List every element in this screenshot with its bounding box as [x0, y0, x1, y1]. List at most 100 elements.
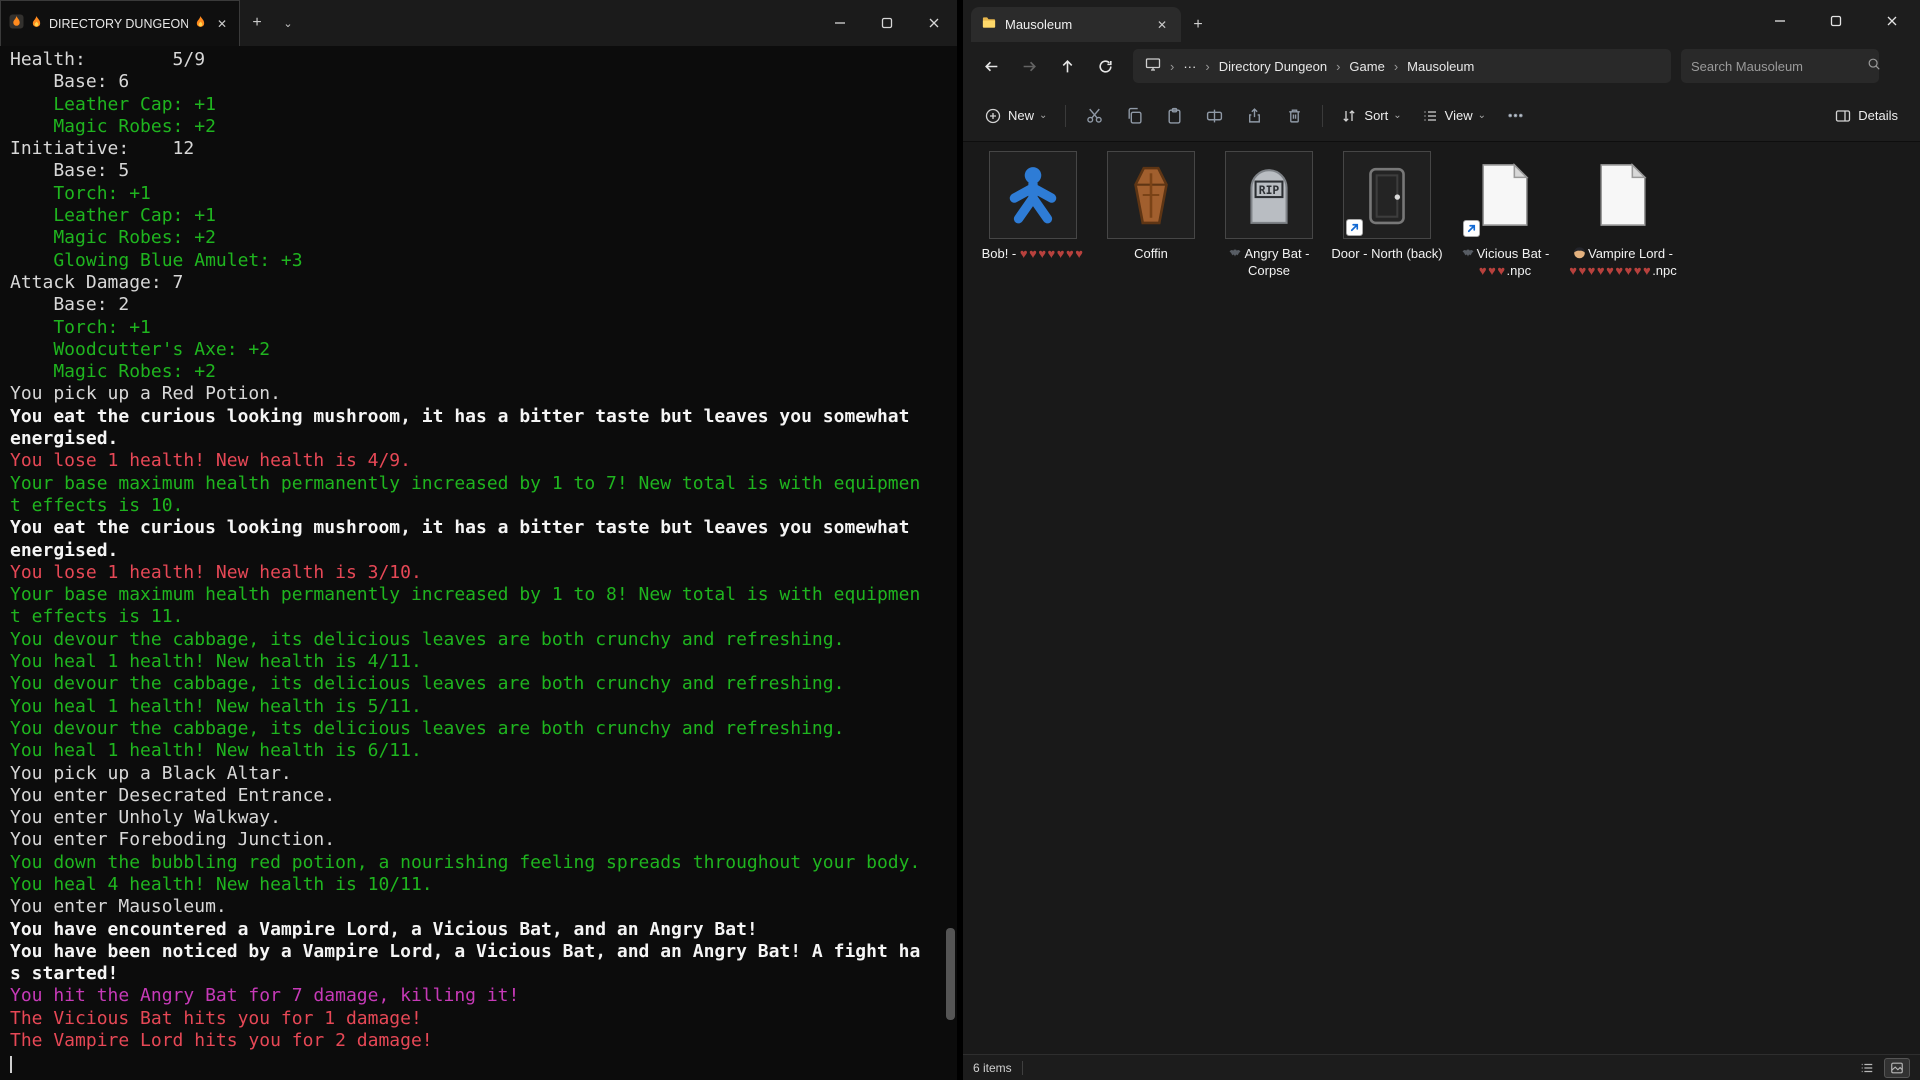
terminal-line: Leather Cap: +1: [10, 94, 941, 116]
cut-button[interactable]: [1074, 98, 1114, 134]
health-hearts: ♥♥♥♥♥♥♥♥♥: [1569, 263, 1652, 278]
terminal-line: The Vicious Bat hits you for 1 damage!: [10, 1008, 941, 1030]
file-icon: RIP: [1225, 151, 1313, 239]
terminal-scrollbar-thumb[interactable]: [946, 928, 955, 1020]
rename-button[interactable]: [1194, 98, 1234, 134]
terminal-app-icon: [9, 14, 24, 34]
thumbnail-view-toggle[interactable]: [1884, 1058, 1910, 1078]
terminal-line: Attack Damage: 7: [10, 272, 941, 294]
terminal-scrollbar[interactable]: [943, 46, 957, 1080]
copy-button[interactable]: [1114, 98, 1154, 134]
details-pane-button[interactable]: Details: [1825, 98, 1908, 134]
terminal-tab[interactable]: DIRECTORY DUNGEON ✕: [0, 0, 240, 46]
sort-button[interactable]: Sort ⌄: [1331, 98, 1411, 134]
terminal-line: You have been noticed by a Vampire Lord,…: [10, 941, 941, 963]
search-input[interactable]: [1691, 59, 1867, 74]
terminal-line: Magic Robes: +2: [10, 361, 941, 383]
search-box[interactable]: [1681, 49, 1879, 83]
terminal-line: Initiative: 12: [10, 138, 941, 160]
terminal-line: Torch: +1: [10, 317, 941, 339]
terminal-line: t effects is 10.: [10, 495, 941, 517]
breadcrumb-segment-current[interactable]: Mausoleum: [1407, 59, 1474, 74]
terminal-close-button[interactable]: [910, 0, 957, 46]
terminal-line: Health: 5/9: [10, 49, 941, 71]
file-item[interactable]: Door - North (back): [1331, 147, 1443, 279]
chevron-down-icon: ⌄: [1039, 110, 1047, 121]
terminal-line: Your base maximum health permanently inc…: [10, 473, 941, 495]
file-label: Door - North (back): [1331, 245, 1442, 262]
tombstone-icon: RIP: [1238, 164, 1300, 226]
terminal-line: Base: 2: [10, 294, 941, 316]
up-button[interactable]: [1049, 48, 1085, 84]
terminal-tab-dropdown-icon[interactable]: ⌄: [274, 0, 302, 46]
paste-button[interactable]: [1154, 98, 1194, 134]
chevron-right-icon: ›: [1205, 59, 1209, 74]
breadcrumb-overflow[interactable]: ···: [1183, 59, 1196, 74]
file-icon: [1579, 151, 1667, 239]
terminal-maximize-button[interactable]: [863, 0, 910, 46]
terminal-line: You down the bubbling red potion, a nour…: [10, 852, 941, 874]
terminal-new-tab-button[interactable]: +: [240, 0, 274, 46]
chevron-right-icon: ›: [1170, 59, 1174, 74]
breadcrumb-segment[interactable]: Game: [1349, 59, 1384, 74]
terminal-line: You heal 1 health! New health is 6/11.: [10, 740, 941, 762]
terminal-line: You heal 1 health! New health is 5/11.: [10, 696, 941, 718]
document-icon: [1477, 162, 1533, 228]
flame-icon: [31, 15, 42, 33]
new-button[interactable]: New ⌄: [975, 98, 1057, 134]
forward-button[interactable]: [1011, 48, 1047, 84]
search-icon: [1867, 57, 1881, 76]
sort-button-label: Sort: [1364, 108, 1388, 123]
terminal-line: You heal 4 health! New health is 10/11.: [10, 874, 941, 896]
new-button-label: New: [1008, 108, 1034, 123]
person-icon: [1002, 164, 1064, 226]
health-hearts: ♥♥♥♥♥♥♥: [1020, 246, 1085, 261]
file-item[interactable]: Coffin: [1095, 147, 1207, 279]
explorer-close-button[interactable]: [1864, 0, 1920, 42]
shortcut-overlay-icon: [1463, 220, 1480, 237]
back-button[interactable]: [973, 48, 1009, 84]
explorer-maximize-button[interactable]: [1808, 0, 1864, 42]
share-button[interactable]: [1234, 98, 1274, 134]
file-icon: [989, 151, 1077, 239]
terminal-line: You eat the curious looking mushroom, it…: [10, 406, 941, 428]
terminal-line: You lose 1 health! New health is 3/10.: [10, 562, 941, 584]
terminal-output[interactable]: Health: 5/9 Base: 6 Leather Cap: +1 Magi…: [0, 46, 957, 1080]
file-label: Coffin: [1134, 245, 1168, 262]
file-label: Vicious Bat - ♥♥♥.npc: [1449, 245, 1561, 279]
breadcrumb[interactable]: › ··· › Directory Dungeon › Game › Mauso…: [1133, 49, 1671, 83]
explorer-minimize-button[interactable]: [1752, 0, 1808, 42]
view-button-label: View: [1445, 108, 1473, 123]
view-button[interactable]: View ⌄: [1412, 98, 1496, 134]
document-icon: [1595, 162, 1651, 228]
file-grid[interactable]: Bob! - ♥♥♥♥♥♥♥ Coffin RIPAngry Bat - Corps…: [963, 142, 1920, 1054]
chevron-down-icon: ⌄: [1478, 110, 1486, 121]
explorer-tab-close-icon[interactable]: ✕: [1153, 16, 1171, 34]
terminal-cursor: [10, 1056, 12, 1073]
file-item[interactable]: Bob! - ♥♥♥♥♥♥♥: [977, 147, 1089, 279]
coffin-icon: [1120, 164, 1182, 226]
terminal-line: You eat the curious looking mushroom, it…: [10, 517, 941, 539]
refresh-button[interactable]: [1087, 48, 1123, 84]
terminal-line: You enter Mausoleum.: [10, 896, 941, 918]
terminal-minimize-button[interactable]: [816, 0, 863, 46]
file-item[interactable]: RIPAngry Bat - Corpse: [1213, 147, 1325, 279]
terminal-line: Leather Cap: +1: [10, 205, 941, 227]
file-icon: [1343, 151, 1431, 239]
delete-button[interactable]: [1274, 98, 1314, 134]
explorer-tab[interactable]: Mausoleum ✕: [971, 7, 1181, 42]
file-item[interactable]: Vicious Bat - ♥♥♥.npc: [1449, 147, 1561, 279]
details-view-toggle[interactable]: [1854, 1058, 1880, 1078]
explorer-new-tab-button[interactable]: +: [1181, 7, 1215, 42]
more-options-button[interactable]: [1496, 98, 1536, 134]
terminal-cursor-line: [10, 1052, 941, 1074]
vampire-emoji-icon: [1573, 246, 1586, 259]
terminal-tab-close-icon[interactable]: ✕: [213, 15, 231, 33]
file-icon: [1107, 151, 1195, 239]
file-item[interactable]: Vampire Lord - ♥♥♥♥♥♥♥♥♥.npc: [1567, 147, 1679, 279]
terminal-line: You enter Unholy Walkway.: [10, 807, 941, 829]
breadcrumb-segment[interactable]: Directory Dungeon: [1219, 59, 1327, 74]
explorer-statusbar: 6 items: [963, 1054, 1920, 1080]
item-count: 6 items: [973, 1061, 1012, 1075]
terminal-line: s started!: [10, 963, 941, 985]
